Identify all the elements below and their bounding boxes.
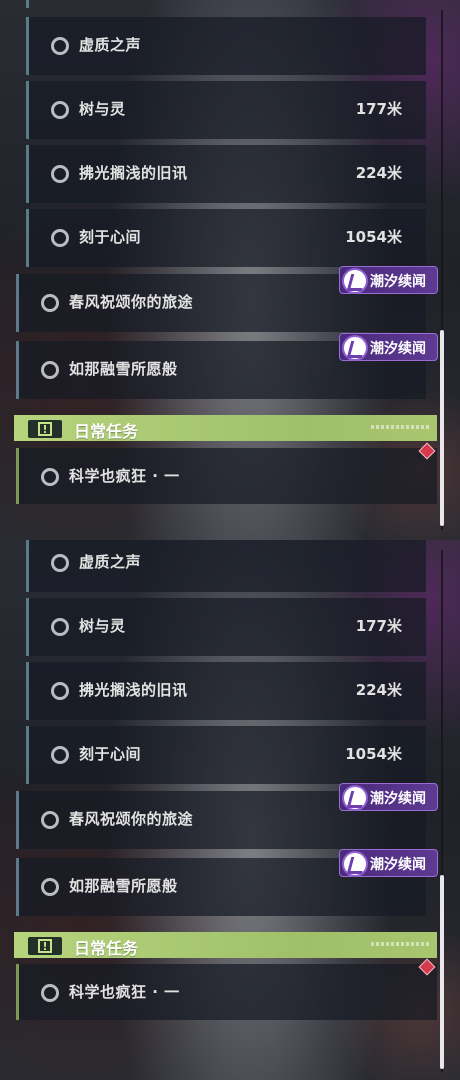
tide-badge: 潮汐续闻 [339, 849, 438, 877]
quest-label: 虚质之声 [79, 36, 142, 54]
header-decoration [371, 425, 431, 429]
quest-item[interactable]: 树与灵 177米 [26, 598, 426, 656]
quest-label: 春风祝颂你的旅途 [69, 810, 194, 828]
quest-item[interactable]: 虚质之声 [26, 17, 426, 75]
quest-label: 树与灵 [79, 617, 126, 635]
row-edge [26, 0, 29, 8]
quest-circle-icon [51, 101, 69, 119]
daily-quest-item[interactable]: 科学也疯狂 · 一 [16, 448, 437, 504]
quest-circle-icon [51, 165, 69, 183]
quest-label: 科学也疯狂 · 一 [69, 467, 180, 485]
quest-label: 如那融雪所愿般 [69, 877, 178, 895]
quest-distance: 224米 [355, 164, 402, 182]
scrollbar-thumb[interactable] [440, 875, 444, 1069]
quest-circle-icon [51, 746, 69, 764]
tide-badge-icon [342, 268, 368, 294]
badge-label: 潮汐续闻 [370, 274, 426, 290]
header-decoration [371, 942, 431, 946]
quest-distance: 224米 [355, 681, 402, 699]
quest-item[interactable]: 刻于心间 1054米 [26, 209, 426, 267]
scrollbar-thumb[interactable] [440, 330, 444, 526]
quest-label: 拂光搁浅的旧讯 [79, 681, 188, 699]
quest-circle-icon [41, 468, 59, 486]
daily-quest-item[interactable]: 科学也疯狂 · 一 [16, 964, 437, 1020]
badge-label: 潮汐续闻 [370, 791, 426, 807]
quest-circle-icon [51, 37, 69, 55]
tide-badge-icon [342, 335, 368, 361]
quest-circle-icon [41, 361, 59, 379]
quest-circle-icon [51, 554, 69, 572]
tide-badge: 潮汐续闻 [339, 783, 438, 811]
quest-distance: 1054米 [345, 745, 402, 763]
tide-badge-icon [342, 785, 368, 811]
quest-label: 拂光搁浅的旧讯 [79, 164, 188, 182]
quest-circle-icon [41, 878, 59, 896]
section-title: 日常任务 [74, 939, 139, 958]
quest-label: 刻于心间 [79, 745, 142, 763]
quest-label: 虚质之声 [79, 553, 142, 571]
quest-distance: 1054米 [345, 228, 402, 246]
quest-circle-icon [41, 984, 59, 1002]
quest-distance: 177米 [355, 100, 402, 118]
quest-label: 春风祝颂你的旅途 [69, 293, 194, 311]
quest-distance: 177米 [355, 617, 402, 635]
quest-item[interactable]: 拂光搁浅的旧讯 224米 [26, 145, 426, 203]
daily-alert-icon: ! [28, 937, 62, 955]
section-title: 日常任务 [74, 422, 139, 441]
quest-label: 树与灵 [79, 100, 126, 118]
quest-label: 刻于心间 [79, 228, 142, 246]
daily-alert-icon: ! [28, 420, 62, 438]
quest-item[interactable]: 虚质之声 [26, 540, 426, 592]
quest-circle-icon [41, 811, 59, 829]
tide-badge-icon [342, 851, 368, 877]
quest-label: 科学也疯狂 · 一 [69, 983, 180, 1001]
daily-section-header[interactable]: ! 日常任务 [14, 415, 437, 441]
quest-circle-icon [51, 229, 69, 247]
quest-circle-icon [41, 294, 59, 312]
quest-list-panel: 虚质之声 树与灵 177米 拂光搁浅的旧讯 224米 刻于心间 1054米 春风… [0, 540, 460, 1080]
quest-label: 如那融雪所愿般 [69, 360, 178, 378]
daily-section-header[interactable]: ! 日常任务 [14, 932, 437, 958]
tide-badge: 潮汐续闻 [339, 266, 438, 294]
quest-circle-icon [51, 682, 69, 700]
quest-item[interactable]: 树与灵 177米 [26, 81, 426, 139]
quest-item[interactable]: 刻于心间 1054米 [26, 726, 426, 784]
badge-label: 潮汐续闻 [370, 857, 426, 873]
badge-label: 潮汐续闻 [370, 341, 426, 357]
tide-badge: 潮汐续闻 [339, 333, 438, 361]
quest-item[interactable]: 拂光搁浅的旧讯 224米 [26, 662, 426, 720]
quest-circle-icon [51, 618, 69, 636]
quest-list-panel: 虚质之声 树与灵 177米 拂光搁浅的旧讯 224米 刻于心间 1054米 春风… [0, 0, 460, 540]
